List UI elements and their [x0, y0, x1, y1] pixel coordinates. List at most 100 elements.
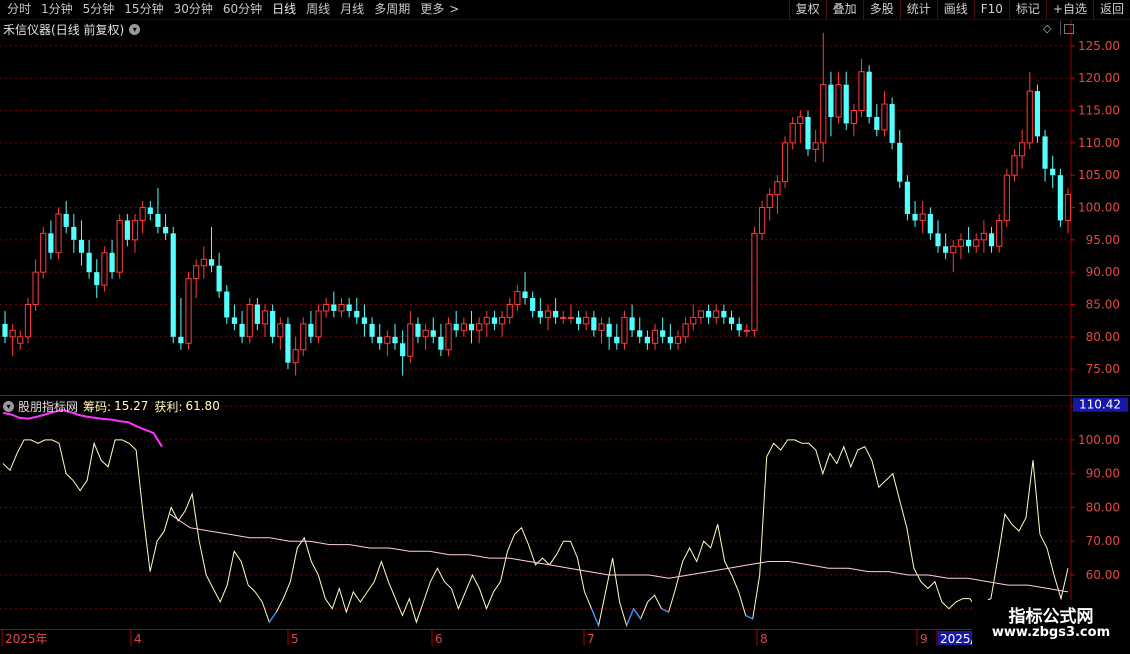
candle-body-down — [94, 272, 100, 286]
candle-body-up — [743, 329, 750, 332]
candle-body-up — [407, 323, 414, 357]
candle-body-down — [48, 233, 54, 253]
oscillator-low-segment — [745, 614, 754, 620]
candle-body-up — [445, 323, 452, 351]
candle-body-up — [315, 310, 322, 338]
period-tab-9[interactable]: 多周期 — [369, 0, 415, 19]
toolbar-button-1[interactable]: 叠加 — [825, 0, 863, 19]
current-value-label: 110.42 — [1079, 398, 1121, 412]
candle-body-down — [637, 330, 643, 337]
chart-area[interactable]: 75.00 80.00 85.00 90.00 95.00 100.00 105.00 110… — [0, 20, 1130, 654]
toolbar-button-3[interactable]: 统计 — [899, 0, 937, 19]
candle-body-down — [78, 239, 85, 253]
candle-body-up — [514, 291, 521, 305]
candle-body-down — [736, 323, 742, 331]
period-tab-5[interactable]: 60分钟 — [218, 0, 267, 19]
candle-body-up — [1011, 155, 1018, 176]
indicator-title-bar: ▾ 股朋指标网 筹码: 15.27 获利: 61.80 — [3, 398, 220, 414]
toolbar-button-2[interactable]: 多股 — [862, 0, 900, 19]
indicator-tick-label: 80.00 — [1086, 500, 1120, 514]
period-tab-7[interactable]: 周线 — [301, 0, 335, 19]
candle-body-down — [369, 323, 375, 337]
diamond-icon[interactable]: ◇ — [1043, 22, 1051, 35]
candle-body-down — [2, 323, 8, 337]
candle-body-up — [1003, 174, 1010, 221]
candle-body-down — [392, 336, 398, 344]
candle-body-down — [147, 207, 153, 214]
candle-body-down — [254, 304, 260, 324]
candle-body-down — [522, 291, 528, 299]
candle-body-up — [651, 329, 659, 344]
candle-body-up — [820, 84, 827, 144]
profit-label: 获利: — [154, 399, 183, 414]
price-tick-label: 125.00 — [1078, 39, 1120, 53]
period-tab-0[interactable]: 分时 — [2, 0, 36, 19]
period-tab-8[interactable]: 月线 — [335, 0, 369, 19]
stock-name: 禾信仪器 — [3, 22, 52, 37]
more-arrow-icon[interactable]: > — [449, 0, 464, 19]
candle-body-down — [828, 84, 834, 117]
candle-body-up — [9, 329, 16, 338]
oscillator-low-segment — [268, 611, 277, 623]
candle-body-down — [162, 226, 169, 234]
candle-body-up — [1019, 142, 1026, 157]
candle-body-up — [781, 142, 789, 183]
candle-body-up — [200, 258, 207, 267]
candle-body-down — [537, 310, 543, 318]
candle-body-up — [621, 316, 628, 344]
candle-body-down — [805, 116, 811, 150]
price-tick-label: 100.00 — [1078, 201, 1120, 215]
chart-title-bar: 禾信仪器 (日线 前复权) ▾ — [3, 21, 141, 37]
period-tab-10[interactable]: 更多 — [415, 0, 449, 19]
candle-body-up — [460, 323, 467, 331]
ma-line — [169, 513, 1069, 593]
candle-body-up — [24, 303, 32, 338]
oscillator-low-segment — [590, 608, 600, 626]
toolbar-button-6[interactable]: 标记 — [1008, 0, 1046, 19]
candle-body-up — [32, 271, 39, 305]
period-tab-3[interactable]: 15分钟 — [119, 0, 168, 19]
candle-body-down — [231, 317, 238, 324]
candle-body-up — [774, 181, 781, 196]
candle-body-up — [850, 110, 857, 124]
period-tab-1[interactable]: 1分钟 — [36, 0, 78, 19]
chevron-down-icon[interactable]: ▾ — [129, 23, 141, 35]
candle-body-up — [1064, 194, 1072, 221]
price-tick-label: 80.00 — [1086, 330, 1120, 344]
candle-body-up — [766, 194, 773, 209]
candle-body-up — [101, 252, 108, 286]
candle-body-down — [705, 310, 712, 318]
candle-body-down — [591, 317, 597, 331]
price-tick-label: 75.00 — [1086, 362, 1120, 376]
candle-body-up — [567, 316, 575, 319]
candle-body-up — [674, 336, 682, 344]
period-tab-6[interactable]: 日线 — [267, 0, 301, 19]
toolbar-button-0[interactable]: 复权 — [788, 0, 826, 19]
toolbar-button-7[interactable]: +自选 — [1045, 0, 1093, 19]
stock-chart-svg[interactable]: 75.00 80.00 85.00 90.00 95.00 100.00 105.00 110… — [0, 20, 1130, 650]
date-label: 5 — [291, 632, 299, 646]
candle-body-up — [185, 278, 192, 344]
period-tab-2[interactable]: 5分钟 — [78, 0, 120, 19]
period-tab-4[interactable]: 30分钟 — [169, 0, 218, 19]
chip-label: 筹码: — [83, 399, 112, 414]
toolbar-button-8[interactable]: 返回 — [1092, 0, 1130, 19]
candle-body-up — [1026, 90, 1033, 144]
oscillator-low-segment — [625, 608, 635, 626]
candle-body-down — [491, 317, 498, 324]
candle-body-up — [919, 213, 926, 221]
date-label: 7 — [587, 632, 595, 646]
candle-body-down — [415, 323, 421, 337]
window-toggle-icon[interactable] — [1064, 24, 1074, 34]
candle-body-down — [109, 252, 115, 273]
price-tick-label: 110.00 — [1078, 136, 1120, 150]
chevron-down-icon[interactable]: ▾ — [3, 400, 14, 412]
toolbar-button-5[interactable]: F10 — [973, 0, 1009, 19]
candle-body-down — [331, 304, 337, 311]
candle-body-up — [506, 303, 513, 318]
toolbar-button-4[interactable]: 画线 — [936, 0, 974, 19]
candle-body-up — [131, 219, 139, 241]
oscillator-low-segment — [661, 608, 669, 613]
candle-body-up — [476, 323, 483, 331]
candle-body-up — [957, 239, 965, 247]
